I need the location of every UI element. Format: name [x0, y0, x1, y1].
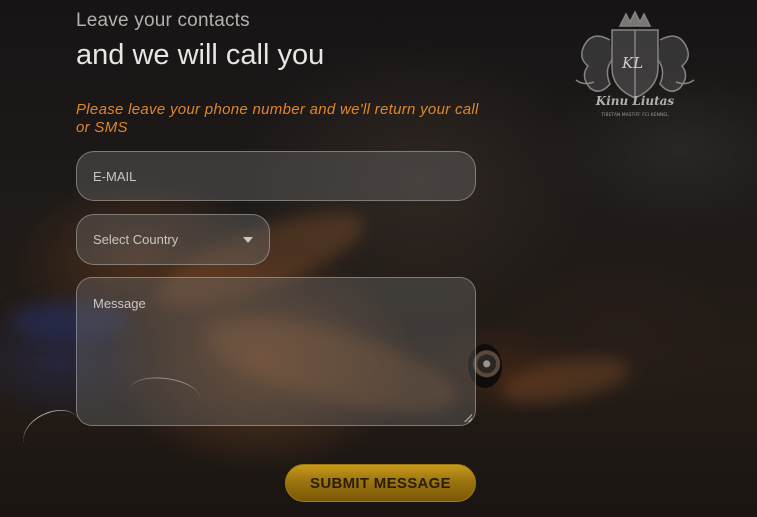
country-select[interactable]: Select Country: [76, 214, 270, 265]
email-placeholder: E-MAIL: [93, 168, 137, 184]
country-placeholder: Select Country: [93, 232, 179, 247]
form-subtitle: Leave your contacts: [76, 10, 250, 31]
form-notice: Please leave your phone number and we'll…: [76, 101, 479, 136]
logo-name: Kinu Liutas: [595, 94, 675, 108]
form-title: and we will call you: [76, 39, 325, 71]
logo-tagline: TIBETAN MASTIFF FCI KENNEL: [600, 112, 669, 118]
chevron-down-icon: [243, 236, 253, 243]
message-placeholder: Message: [93, 296, 146, 311]
submit-button[interactable]: SUBMIT MESSAGE: [285, 464, 476, 502]
email-input[interactable]: E-MAIL: [76, 151, 476, 201]
logo-monogram: KL: [621, 54, 643, 72]
message-textarea[interactable]: Message: [76, 277, 476, 426]
kennel-logo: KL Kinu Liutas TIBETAN MASTIFF FCI KENNE…: [575, 10, 695, 118]
resize-handle-icon[interactable]: [464, 414, 472, 422]
